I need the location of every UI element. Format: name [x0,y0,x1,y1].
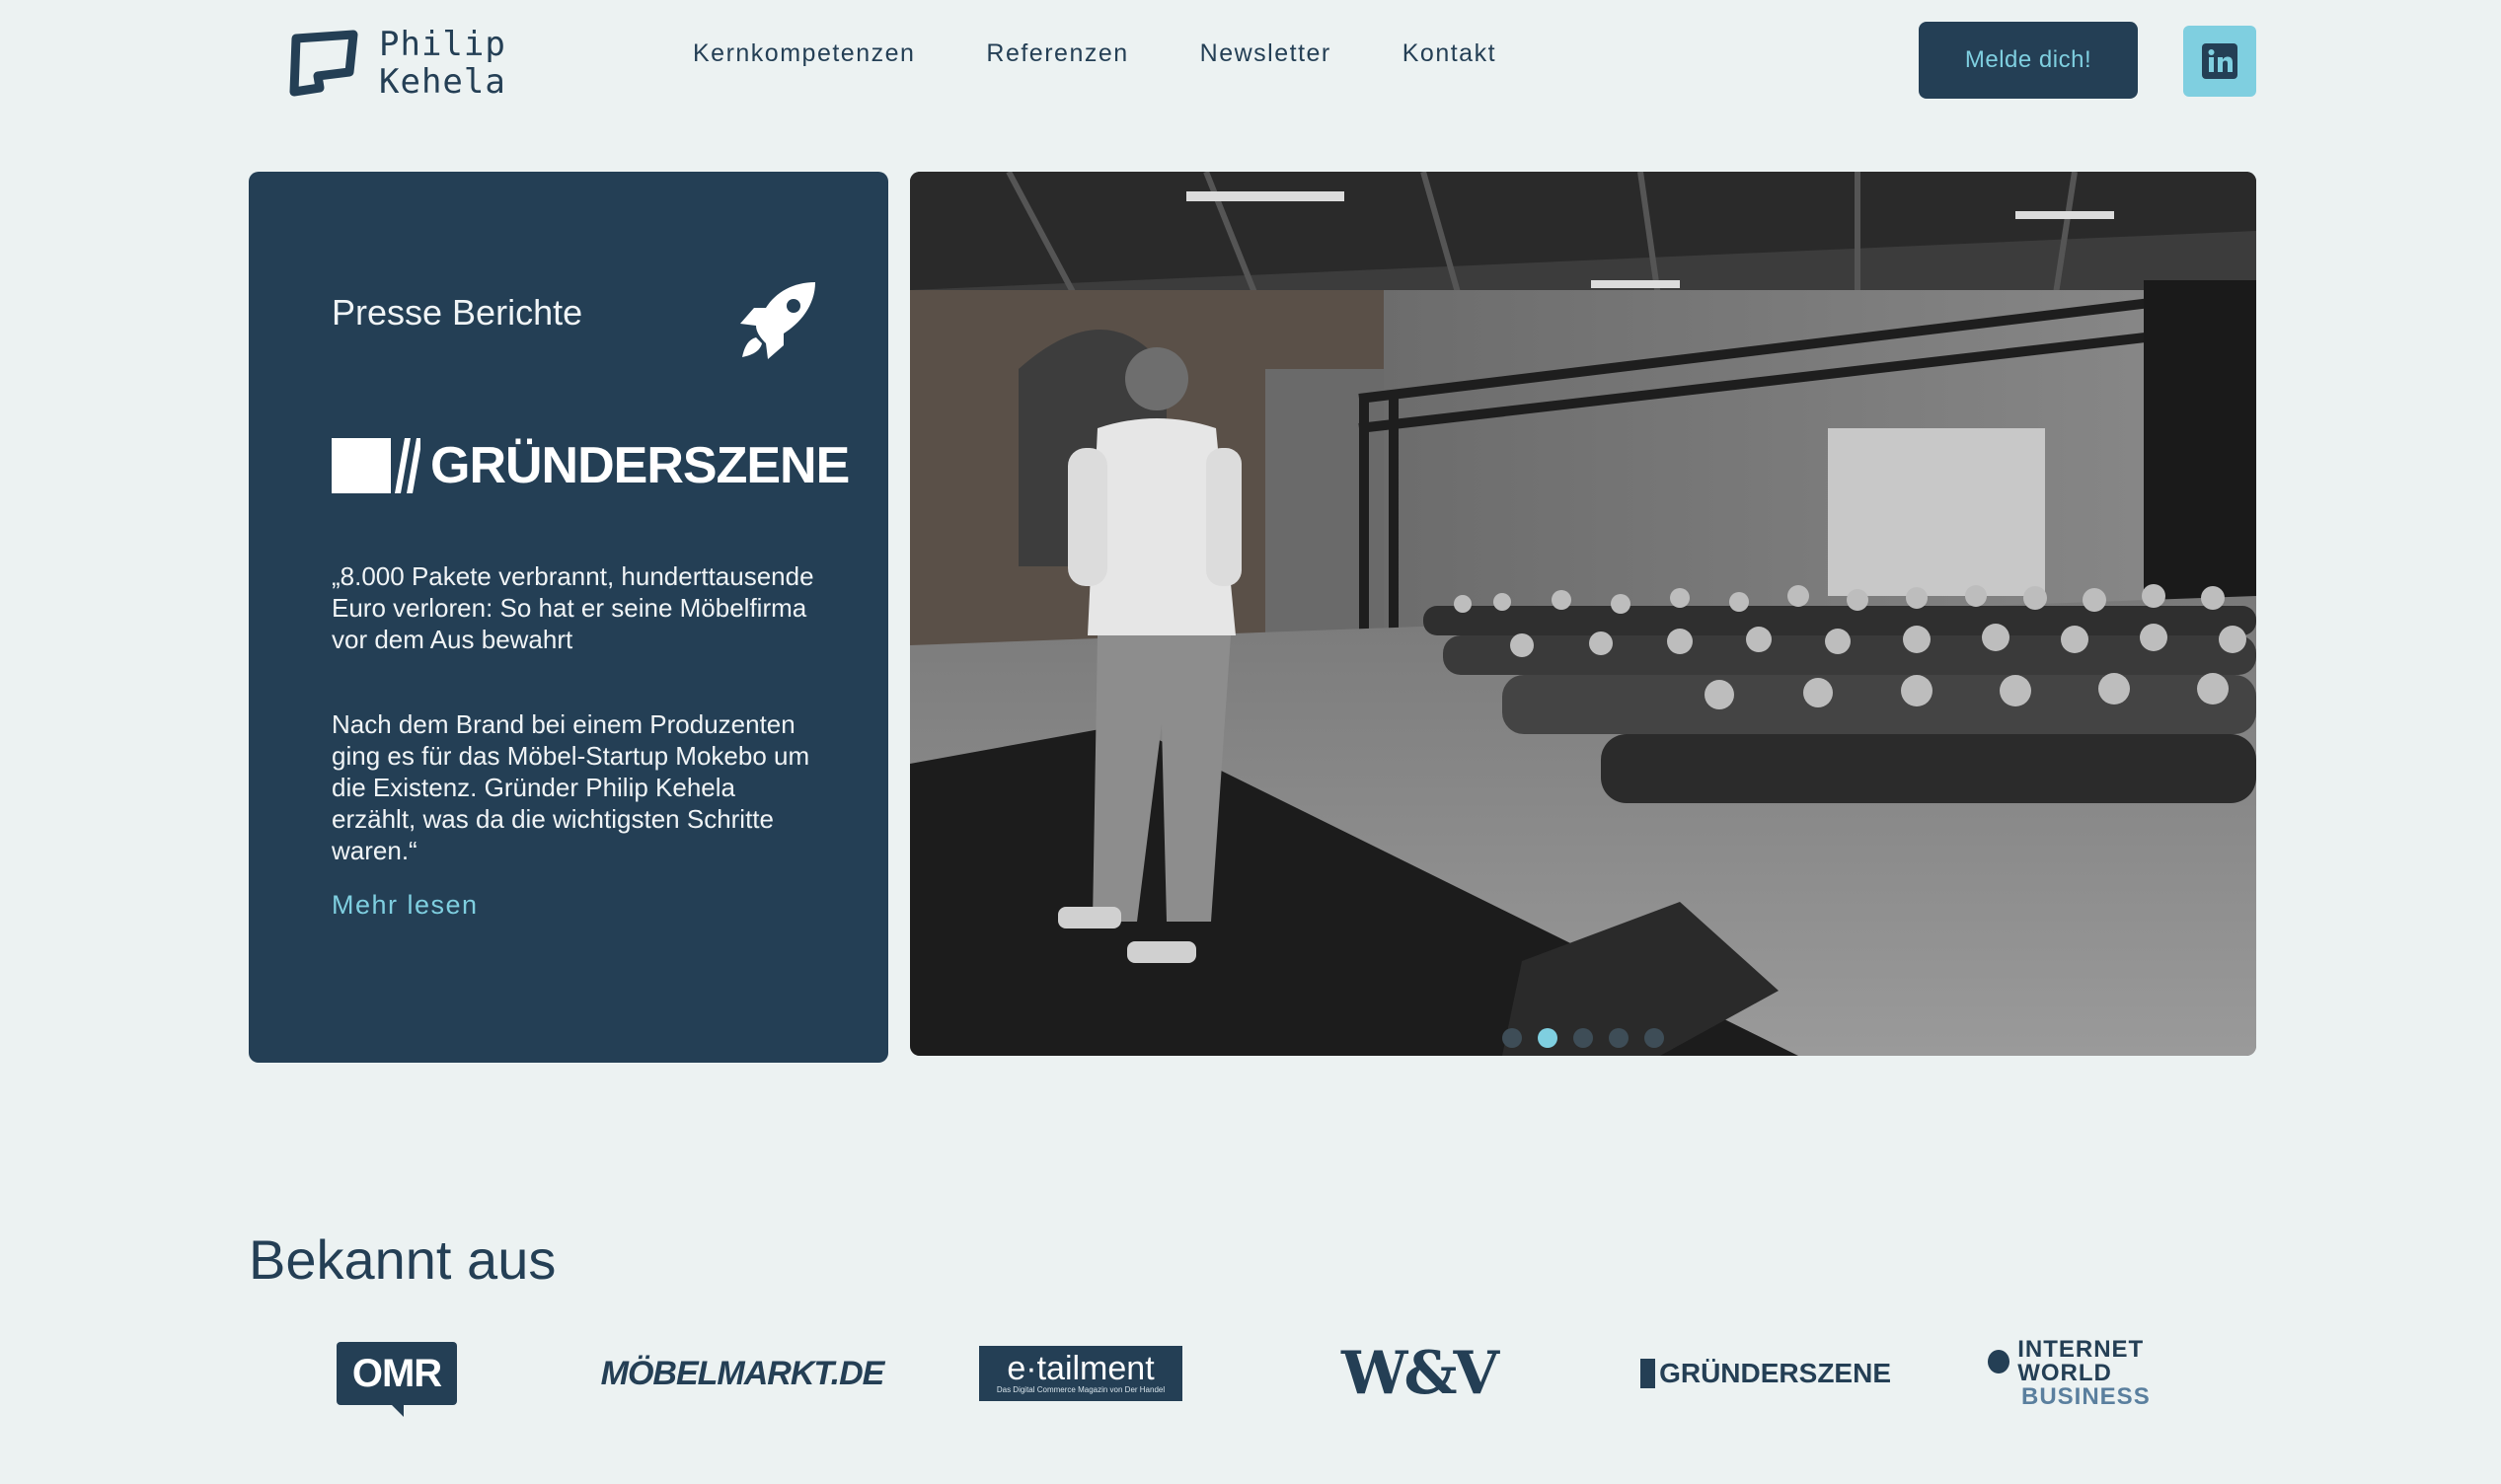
press-quote: „8.000 Pakete verbrannt, hunderttausende… [332,561,814,654]
gruenderszene-small-block [1640,1359,1656,1388]
press-body: Nach dem Brand bei einem Produzenten gin… [332,709,810,865]
nav-referenzen[interactable]: Referenzen [986,39,1128,68]
internet-world-line-2: BUSINESS [2021,1383,2151,1410]
carousel-dot-1[interactable] [1502,1028,1522,1048]
page: Philip Kehela Kernkompetenzen Referenzen… [0,0,2501,1484]
logo-line-2: Kehela [379,62,506,102]
internet-world-line-1: INTERNET WORLD [2017,1336,2145,1386]
known-from-title: Bekannt aus [249,1228,557,1291]
mehr-lesen-link[interactable]: Mehr lesen [332,890,479,921]
carousel-dot-2[interactable] [1538,1028,1557,1048]
moebelmarkt-logo: MÖBELMARKT.DE [600,1354,885,1392]
linkedin-button[interactable] [2183,26,2256,97]
gruenderszene-small-wordmark: GRÜNDERSZENE [1659,1358,1891,1388]
rocket-icon [740,282,815,359]
carousel-dot-4[interactable] [1609,1028,1629,1048]
etailment-tagline: Das Digital Commerce Magazin von Der Han… [996,1385,1166,1394]
press-card: Presse Berichte GRÜNDERSZENE „8.000 Pake… [249,172,888,1063]
nav-kernkompetenzen[interactable]: Kernkompetenzen [693,39,915,68]
carousel-photo[interactable] [910,172,2256,1056]
logo-wordmark: Philip Kehela [379,26,506,101]
gruenderszene-small-logo: GRÜNDERSZENE [1640,1334,1891,1413]
internet-world-icon [1988,1350,2010,1373]
melde-dich-button[interactable]: Melde dich! [1919,22,2138,99]
omr-logo: OMR [336,1334,458,1417]
nav-newsletter[interactable]: Newsletter [1200,39,1331,68]
gruenderszene-logo: GRÜNDERSZENE [332,436,850,495]
omr-logo-box: OMR [337,1342,457,1417]
nav-kontakt[interactable]: Kontakt [1402,39,1496,68]
main-nav: Kernkompetenzen Referenzen Newsletter Ko… [693,39,1496,68]
wv-logo: W&V [1340,1339,1499,1408]
carousel-dot-3[interactable] [1573,1028,1593,1048]
gruenderszene-slash-icon [395,438,420,493]
linkedin-icon [2202,43,2237,79]
gruenderszene-wordmark: GRÜNDERSZENE [430,437,850,494]
conference-photo [910,172,2256,1056]
press-title: Presse Berichte [332,292,583,333]
etailment-logo: e·tailment Das Digital Commerce Magazin … [979,1334,1182,1413]
etailment-logo-box: e·tailment Das Digital Commerce Magazin … [979,1346,1182,1401]
gruenderszene-logo-block [332,438,391,493]
press-logos: OMR MÖBELMARKT.DE e·tailment Das Digital… [249,1334,2256,1417]
logo-line-1: Philip [379,25,506,64]
logo-mark-icon [289,30,358,97]
site-logo[interactable]: Philip Kehela [288,26,506,101]
carousel-dot-5[interactable] [1644,1028,1664,1048]
internet-world-row: INTERNET WORLD [1988,1338,2229,1385]
etailment-wordmark: e·tailment [1007,1350,1155,1387]
carousel-dots [1502,1028,1664,1048]
internet-world-logo: INTERNET WORLD BUSINESS [1988,1334,2229,1413]
